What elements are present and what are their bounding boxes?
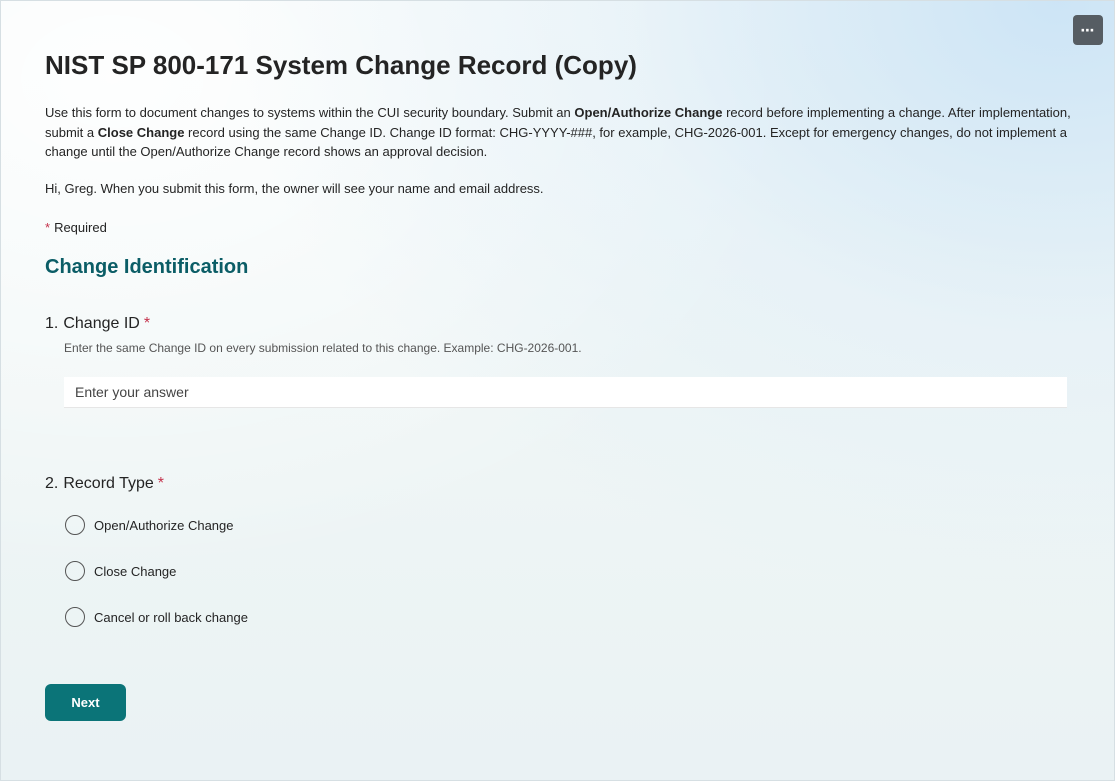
form-description: Use this form to document changes to sys… (45, 103, 1105, 162)
ellipsis-icon: ⋯ (1080, 21, 1096, 38)
radio-circle-icon[interactable] (65, 561, 85, 581)
radio-circle-icon[interactable] (65, 515, 85, 535)
question-2-required-star: * (157, 475, 164, 492)
description-bold-close-change: Close Change (97, 124, 185, 140)
form-page: ⋯ NIST SP 800-171 System Change Record (… (0, 0, 1115, 781)
radio-label: Cancel or roll back change (94, 609, 248, 625)
question-2-number: 2. (45, 475, 59, 492)
section-title: Change Identification (45, 256, 249, 278)
required-label: Required (54, 220, 107, 235)
required-star: * (45, 220, 51, 235)
greeting-text: Hi, Greg. When you submit this form, the… (45, 181, 544, 196)
more-options-button[interactable]: ⋯ (1073, 15, 1103, 45)
radio-circle-icon[interactable] (65, 607, 85, 627)
radio-option-open-authorize[interactable]: Open/Authorize Change (65, 515, 233, 535)
question-1-subtitle: Enter the same Change ID on every submis… (64, 341, 582, 355)
description-text-3: record using the same Change ID. Change … (45, 124, 1067, 160)
question-1-text: Change ID (63, 315, 140, 332)
description-bold-open-authorize: Open/Authorize Change (574, 105, 723, 120)
radio-label: Open/Authorize Change (94, 517, 234, 533)
next-button[interactable]: Next (45, 684, 126, 721)
change-id-input[interactable] (64, 377, 1067, 408)
form-title: NIST SP 800-171 System Change Record (Co… (45, 50, 637, 80)
question-1-label: 1. Change ID * (45, 315, 150, 333)
radio-option-cancel-rollback[interactable]: Cancel or roll back change (65, 607, 248, 627)
required-note: * Required (45, 220, 107, 235)
radio-label: Close Change (94, 563, 177, 579)
radio-option-close-change[interactable]: Close Change (65, 561, 176, 581)
question-1-number: 1. (45, 315, 59, 332)
question-2-label: 2. Record Type * (45, 475, 164, 493)
description-text-1: Use this form to document changes to sys… (45, 105, 575, 120)
question-1-required-star: * (143, 315, 151, 332)
question-2-text: Record Type (63, 475, 154, 492)
